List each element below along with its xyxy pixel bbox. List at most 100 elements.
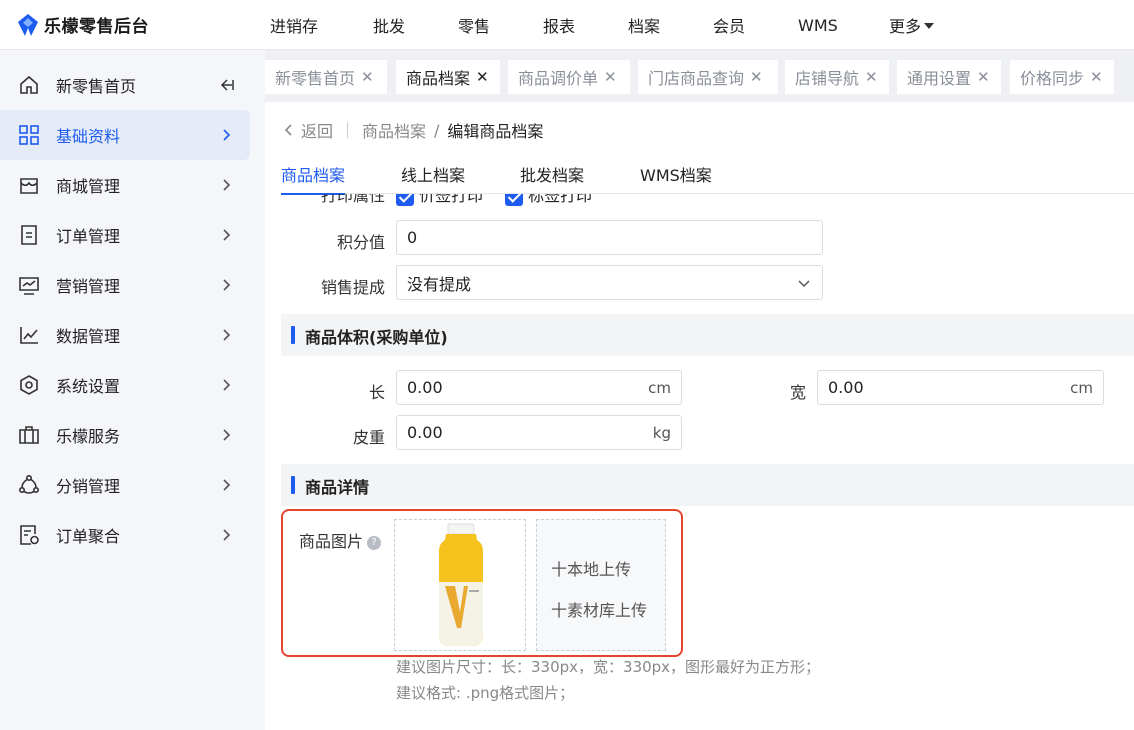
price-tag-print-label: 价签打印 bbox=[419, 194, 484, 205]
chevron-down-icon bbox=[798, 280, 810, 288]
product-image-preview[interactable] bbox=[394, 519, 526, 651]
checkbox-checked-icon[interactable] bbox=[505, 194, 523, 206]
close-icon[interactable]: ✕ bbox=[1090, 68, 1103, 86]
label-print-label: 标签打印 bbox=[528, 194, 593, 205]
app-title: 乐檬零售后台 bbox=[44, 17, 149, 37]
back-button[interactable]: 返回 bbox=[283, 118, 333, 142]
sidebar-item-label: 数据管理 bbox=[56, 327, 121, 346]
checkbox-checked-icon[interactable] bbox=[396, 194, 414, 206]
detail-section-title: 商品详情 bbox=[305, 478, 370, 497]
image-format-hint: 建议格式: .png格式图片； bbox=[396, 684, 575, 702]
product-image-label: 商品图片? bbox=[299, 528, 381, 552]
app-logo[interactable]: 乐檬零售后台 bbox=[18, 12, 149, 37]
close-icon[interactable]: ✕ bbox=[476, 68, 489, 86]
width-value: 0.00 bbox=[828, 378, 864, 397]
length-label: 长 bbox=[368, 383, 385, 402]
tab-price-adjustment[interactable]: 商品调价单 ✕ bbox=[508, 60, 630, 94]
document-icon bbox=[21, 225, 37, 245]
tare-unit: kg bbox=[652, 423, 671, 442]
commission-select[interactable]: 没有提成 bbox=[396, 265, 823, 300]
sidebar: 新零售首页 基础资料 商城管理 订单管理 营销管理 数据管理 系统设置 乐檬服务 bbox=[0, 50, 265, 730]
sidebar-item-mall[interactable]: 商城管理 bbox=[0, 160, 265, 210]
topnav-item-wholesale[interactable]: 批发 bbox=[373, 13, 405, 37]
subtab-product-archive[interactable]: 商品档案 bbox=[281, 162, 346, 195]
grid-icon bbox=[19, 125, 39, 145]
line-chart-icon bbox=[20, 327, 38, 344]
close-icon[interactable]: ✕ bbox=[361, 68, 374, 86]
store-icon bbox=[20, 178, 38, 194]
tab-general-settings[interactable]: 通用设置 ✕ bbox=[897, 60, 1001, 94]
tab-label: 商品档案 bbox=[406, 69, 471, 88]
tab-label: 门店商品查询 bbox=[648, 69, 745, 88]
briefcase-icon bbox=[19, 426, 39, 444]
sidebar-item-basic-data[interactable]: 基础资料 bbox=[0, 110, 265, 160]
commission-value: 没有提成 bbox=[407, 274, 472, 294]
price-tag-print-option[interactable]: 价签打印 bbox=[396, 194, 483, 206]
sidebar-item-label: 订单管理 bbox=[56, 227, 121, 246]
close-icon[interactable]: ✕ bbox=[865, 68, 878, 86]
length-unit: cm bbox=[648, 378, 671, 397]
breadcrumb: 返回 商品档案 / 编辑商品档案 bbox=[283, 118, 543, 142]
sidebar-item-services[interactable]: 乐檬服务 bbox=[0, 410, 265, 460]
breadcrumb-parent[interactable]: 商品档案 bbox=[362, 118, 426, 142]
sidebar-item-label: 订单聚合 bbox=[56, 527, 121, 546]
topnav-more[interactable]: 更多 bbox=[889, 13, 935, 37]
tab-price-sync[interactable]: 价格同步 ✕ bbox=[1010, 60, 1114, 94]
print-attr-row: 打印属性 价签打印 标签打印 bbox=[265, 194, 1134, 206]
settings-hexagon-icon bbox=[20, 375, 38, 395]
topnav-item-inventory[interactable]: 进销存 bbox=[270, 13, 318, 37]
help-question-icon[interactable]: ? bbox=[367, 536, 381, 550]
subtab-online-archive[interactable]: 线上档案 bbox=[401, 162, 465, 194]
topnav-item-wms[interactable]: WMS bbox=[798, 16, 838, 35]
collapse-sidebar-icon[interactable] bbox=[218, 77, 234, 93]
width-label: 宽 bbox=[789, 383, 806, 402]
topnav-item-archives[interactable]: 档案 bbox=[628, 13, 660, 37]
section-accent-bar bbox=[291, 476, 295, 494]
subtab-wholesale-archive[interactable]: 批发档案 bbox=[520, 162, 584, 194]
home-icon bbox=[20, 75, 38, 94]
archive-subtabs: 商品档案 线上档案 批发档案 WMS档案 bbox=[281, 162, 1134, 195]
close-icon[interactable]: ✕ bbox=[750, 68, 763, 86]
commission-label: 销售提成 bbox=[320, 278, 385, 297]
points-value: 0 bbox=[407, 228, 418, 247]
order-settings-icon bbox=[20, 525, 39, 545]
sidebar-item-data[interactable]: 数据管理 bbox=[0, 310, 265, 360]
breadcrumb-divider bbox=[347, 122, 349, 138]
upload-library-button[interactable]: 十素材库上传 bbox=[551, 597, 647, 621]
volume-section-header: 商品体积(采购单位) bbox=[281, 314, 1134, 356]
sidebar-item-home[interactable]: 新零售首页 bbox=[0, 60, 265, 110]
length-input[interactable]: 0.00 cm bbox=[396, 370, 682, 405]
tab-product-archive[interactable]: 商品档案 ✕ bbox=[396, 60, 500, 94]
sidebar-item-distribution[interactable]: 分销管理 bbox=[0, 460, 265, 510]
tab-retail-home[interactable]: 新零售首页 ✕ bbox=[265, 60, 387, 94]
tare-label: 皮重 bbox=[352, 428, 385, 447]
tare-input[interactable]: 0.00 kg bbox=[396, 415, 682, 450]
chevron-right-icon bbox=[223, 279, 231, 291]
topnav-item-reports[interactable]: 报表 bbox=[543, 13, 575, 37]
tab-store-navigation[interactable]: 店铺导航 ✕ bbox=[785, 60, 889, 94]
label-print-option[interactable]: 标签打印 bbox=[505, 194, 592, 206]
sidebar-item-label: 系统设置 bbox=[56, 377, 121, 396]
chevron-right-icon bbox=[223, 379, 231, 391]
close-icon[interactable]: ✕ bbox=[604, 68, 617, 86]
close-icon[interactable]: ✕ bbox=[977, 68, 990, 86]
tab-store-product-query[interactable]: 门店商品查询 ✕ bbox=[638, 60, 778, 94]
upload-local-button[interactable]: 十本地上传 bbox=[551, 556, 631, 580]
topnav-item-members[interactable]: 会员 bbox=[713, 13, 745, 37]
sidebar-item-label: 乐檬服务 bbox=[56, 427, 121, 446]
image-size-hint: 建议图片尺寸：长：330px，宽：330px，图形最好为正方形； bbox=[396, 658, 821, 676]
sidebar-item-label: 分销管理 bbox=[56, 477, 121, 496]
sidebar-item-orders[interactable]: 订单管理 bbox=[0, 210, 265, 260]
topnav-item-retail[interactable]: 零售 bbox=[458, 13, 490, 37]
sidebar-item-label: 基础资料 bbox=[56, 127, 121, 146]
sidebar-item-settings[interactable]: 系统设置 bbox=[0, 360, 265, 410]
form-scroll-area[interactable]: 打印属性 价签打印 标签打印 积分值 0 销售提成 没有提成 商品体积(采购单位… bbox=[265, 194, 1134, 730]
volume-section-title: 商品体积(采购单位) bbox=[305, 328, 448, 347]
points-label: 积分值 bbox=[336, 233, 385, 252]
sidebar-item-order-aggregation[interactable]: 订单聚合 bbox=[0, 510, 265, 560]
sidebar-item-marketing[interactable]: 营销管理 bbox=[0, 260, 265, 310]
points-input[interactable]: 0 bbox=[396, 220, 823, 255]
width-input[interactable]: 0.00 cm bbox=[817, 370, 1104, 405]
subtab-wms-archive[interactable]: WMS档案 bbox=[640, 162, 712, 194]
sidebar-item-label: 营销管理 bbox=[56, 277, 121, 296]
